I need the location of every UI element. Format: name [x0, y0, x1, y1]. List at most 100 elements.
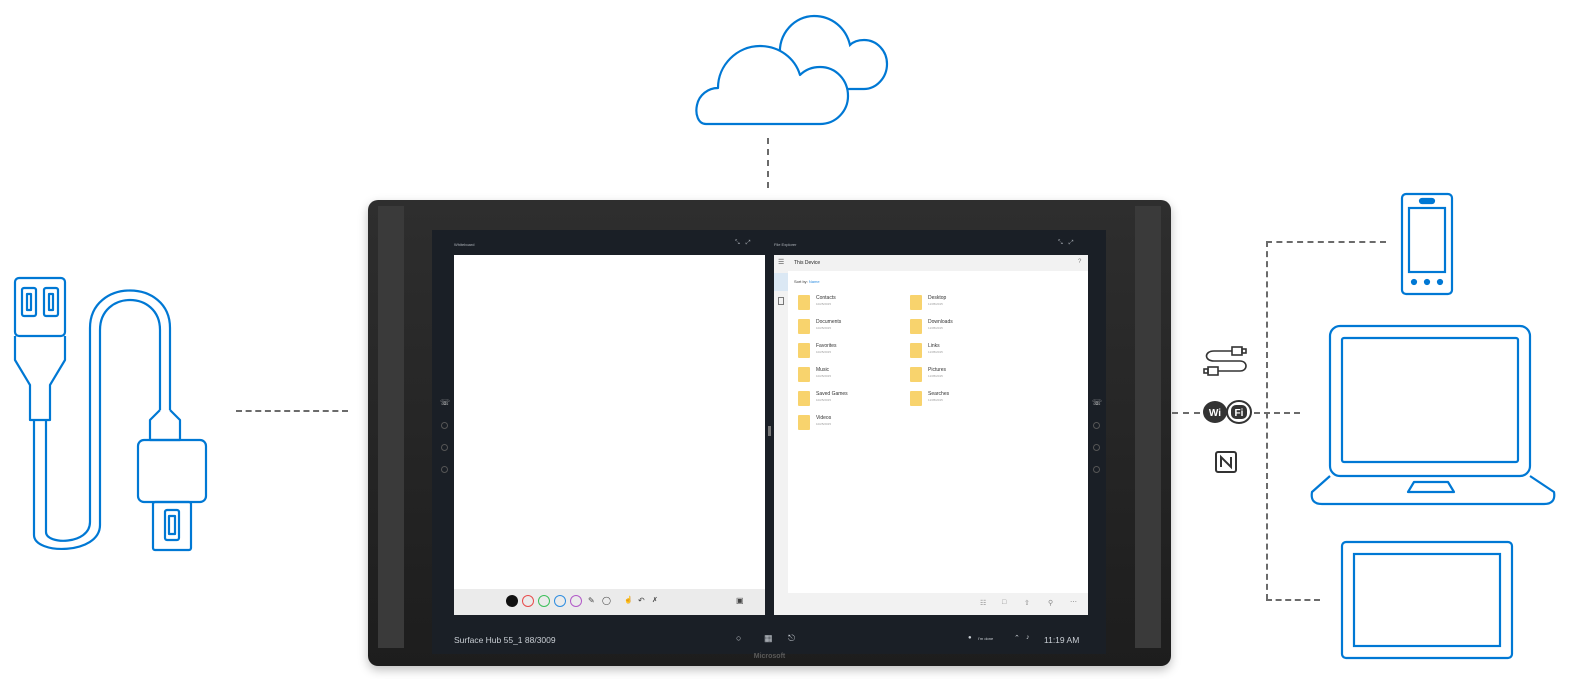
- end-session-label[interactable]: I'm done: [978, 636, 993, 641]
- sidebar-selected-icon[interactable]: [774, 273, 788, 291]
- more-icon[interactable]: ⋯: [1070, 598, 1077, 606]
- folder-name: Videos: [816, 415, 832, 421]
- end-session-icon[interactable]: ●: [968, 635, 972, 641]
- phone-dock-icon[interactable]: ☏: [440, 398, 450, 407]
- folder-date: 11/05/2015: [928, 398, 943, 402]
- phone-connector-line: [1266, 241, 1386, 243]
- brand-logo: Microsoft: [753, 653, 786, 660]
- wireless-connector-line-right: [1254, 412, 1300, 414]
- lasso-icon[interactable]: ◯: [602, 596, 611, 605]
- folder-icon: [798, 295, 810, 310]
- folder-date: 10/25/2015: [816, 350, 832, 354]
- start-icon[interactable]: ▦: [764, 633, 773, 644]
- help-icon[interactable]: ?: [1078, 259, 1081, 265]
- whiteboard-toolbar: ✎ ◯ ☝ ↶ ✗ ▣: [454, 589, 765, 615]
- folder-name: Favorites: [816, 343, 837, 349]
- folder-name: Pictures: [928, 367, 947, 373]
- undo-icon[interactable]: ↶: [638, 596, 645, 605]
- search-icon[interactable]: ⚲: [1048, 599, 1053, 607]
- copy-icon[interactable]: □: [1002, 599, 1006, 606]
- device-bus-line: [1266, 241, 1268, 600]
- hub-right-speaker: [1135, 206, 1161, 648]
- whiteboard-title: Whiteboard: [454, 242, 475, 247]
- eraser-icon[interactable]: ✎: [588, 596, 595, 605]
- touch-icon[interactable]: ☝: [624, 596, 633, 604]
- surface-hub-device: ☏ ☏ Whiteboard ⤡⤢ ✎ ◯ ☝ ↶ ✗ ▣ File Explo…: [368, 200, 1171, 666]
- tablet-connector-line: [1266, 599, 1320, 601]
- usb-cable-icon: [13, 276, 208, 552]
- folder-icon: [798, 319, 810, 334]
- volume-icon[interactable]: ♪: [1026, 634, 1030, 641]
- location-label: This Device: [794, 260, 821, 266]
- folder-date: 10/25/2015: [816, 374, 832, 378]
- folder-icon: [910, 367, 922, 382]
- clock: 11:19 AM: [1044, 635, 1080, 645]
- folder-name: Contacts: [816, 295, 836, 301]
- folder-date: 10/25/2015: [816, 422, 832, 426]
- folder-icon: [798, 343, 810, 358]
- hub-left-speaker: [378, 206, 404, 648]
- folder-icon: [910, 319, 922, 334]
- folder-date: 11/05/2015: [928, 326, 943, 330]
- sort-value[interactable]: Name: [809, 279, 820, 284]
- settings-icon[interactable]: ○: [736, 633, 741, 643]
- file-explorer-title: File Explorer: [774, 242, 797, 247]
- nfc-icon: [1215, 451, 1237, 473]
- pen-blue[interactable]: [554, 595, 566, 607]
- svg-text:Wi: Wi: [1209, 408, 1221, 419]
- folder-icon: [910, 343, 922, 358]
- pen-red[interactable]: [522, 595, 534, 607]
- phone-icon: [1400, 192, 1454, 296]
- pen-purple[interactable]: [570, 595, 582, 607]
- file-explorer-window: ☰ This Device ? Sort by: Name Contacts 1…: [774, 255, 1088, 615]
- whiteboard-window-buttons[interactable]: ⤡⤢: [735, 240, 757, 247]
- trash-icon[interactable]: ✗: [652, 596, 658, 604]
- folder-name: Documents: [816, 319, 842, 325]
- device-name: Surface Hub 55_1 88/3009: [454, 635, 556, 645]
- folder-date: 10/25/2015: [816, 326, 832, 330]
- wireless-connector-line-left: [1172, 412, 1200, 414]
- folder-icon: [798, 415, 810, 430]
- usb-connector-line: [236, 410, 348, 412]
- file-explorer-sidebar: [774, 271, 788, 615]
- chevron-up-icon[interactable]: ⌃: [1014, 634, 1020, 642]
- cloud-connector-line: [767, 138, 769, 188]
- upload-icon[interactable]: ⇧: [1024, 599, 1030, 607]
- folder-name: Searches: [928, 391, 950, 397]
- folder-name: Downloads: [928, 319, 953, 325]
- dock-dot[interactable]: [441, 422, 448, 429]
- share-icon[interactable]: ▣: [736, 596, 744, 605]
- folder-date: 10/25/2015: [816, 302, 832, 306]
- wifi-icon: Wi Fi: [1203, 400, 1252, 424]
- split-handle[interactable]: [768, 426, 771, 436]
- hub-taskbar: Surface Hub 55_1 88/3009 ○ ▦ ⎋ ● I'm don…: [432, 624, 1106, 654]
- task-view-icon[interactable]: ⎋: [788, 633, 795, 644]
- dock-dot[interactable]: [441, 444, 448, 451]
- folder-date: 11/05/2015: [928, 374, 943, 378]
- phone-dock-icon[interactable]: ☏: [1092, 398, 1102, 407]
- sort-label: Sort by: Name: [794, 279, 820, 284]
- folder-name: Desktop: [928, 295, 947, 301]
- phone-nav-icon[interactable]: [778, 297, 784, 305]
- hub-screen: ☏ ☏ Whiteboard ⤡⤢ ✎ ◯ ☝ ↶ ✗ ▣ File Explo…: [432, 230, 1106, 654]
- cloud-icon: [695, 14, 889, 126]
- folder-name: Music: [816, 367, 830, 373]
- dock-dot[interactable]: [1093, 466, 1100, 473]
- dock-dot[interactable]: [1093, 444, 1100, 451]
- dock-dot[interactable]: [1093, 422, 1100, 429]
- folder-name: Saved Games: [816, 391, 848, 397]
- folder-icon: [910, 295, 922, 310]
- folder-date: 11/05/2015: [928, 350, 943, 354]
- folder-name: Links: [928, 343, 940, 349]
- folder-icon: [798, 367, 810, 382]
- folder-date: 10/25/2015: [816, 398, 832, 402]
- whiteboard-canvas[interactable]: ✎ ◯ ☝ ↶ ✗ ▣: [454, 255, 765, 615]
- menu-icon[interactable]: ☰: [778, 258, 784, 266]
- svg-text:Fi: Fi: [1235, 408, 1244, 419]
- file-explorer-window-buttons[interactable]: ⤡⤢: [1058, 240, 1080, 247]
- folder-icon: [798, 391, 810, 406]
- dock-dot[interactable]: [441, 466, 448, 473]
- pen-black[interactable]: [506, 595, 518, 607]
- view-icon[interactable]: ☷: [980, 599, 986, 607]
- pen-green[interactable]: [538, 595, 550, 607]
